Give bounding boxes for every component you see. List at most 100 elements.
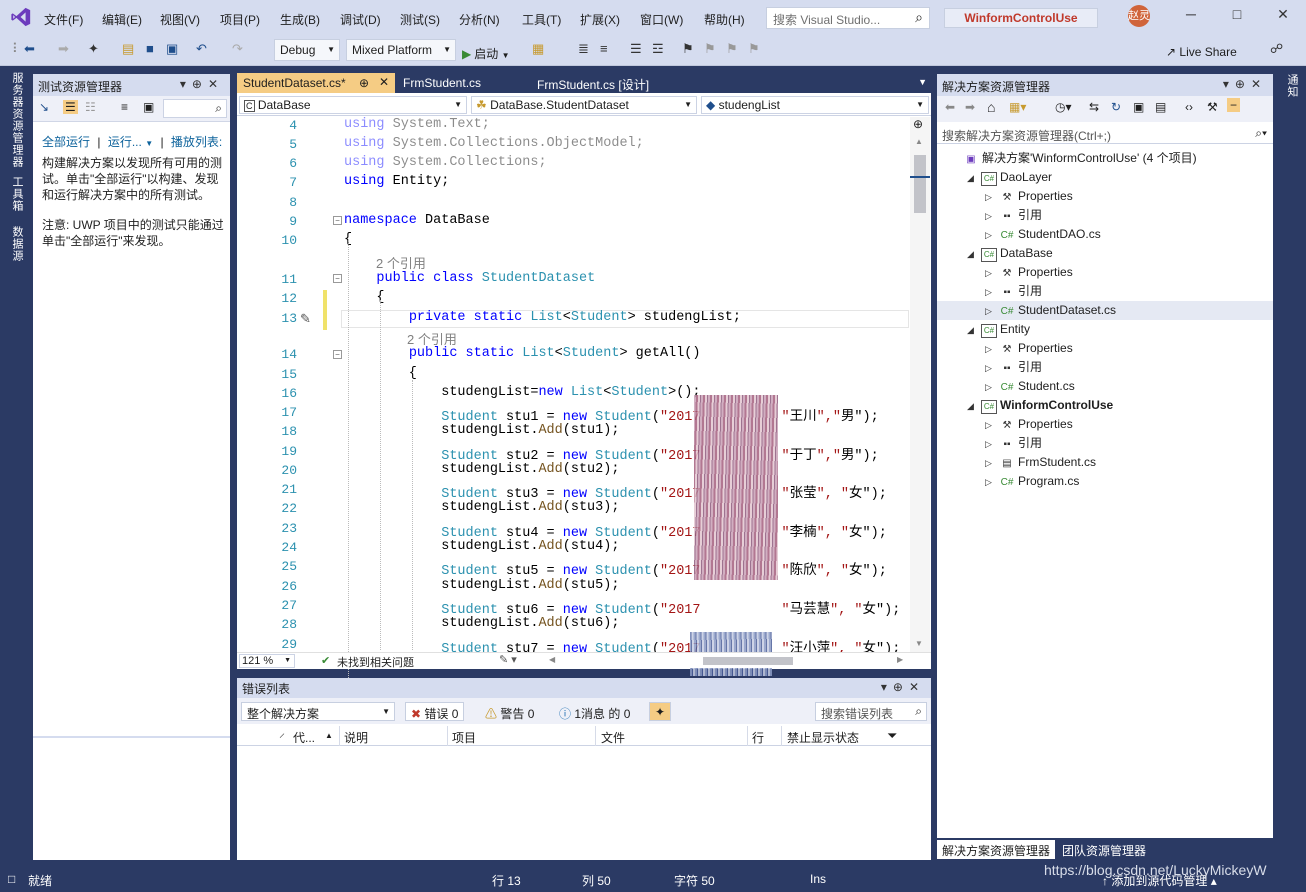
minimize-icon[interactable]: ─ <box>1176 6 1206 22</box>
panel-splitter[interactable] <box>33 736 230 738</box>
browse-icon[interactable]: ▦ <box>532 41 544 57</box>
tab-solution-explorer[interactable]: 解决方案资源管理器 <box>937 840 1055 859</box>
open-file-icon[interactable]: ▤ <box>122 41 134 57</box>
fold-toggle-icon[interactable]: − <box>333 216 342 225</box>
pin-icon[interactable]: ⊕ <box>359 76 369 90</box>
expanded-arrow-icon[interactable]: ◢ <box>967 169 981 188</box>
toolbox-tab[interactable]: 工具箱 <box>9 176 25 212</box>
forward-icon[interactable]: ➡︎ <box>965 100 975 114</box>
bookmark-next-icon[interactable]: ⚑ <box>726 41 738 57</box>
settings-icon[interactable]: ▣ <box>143 100 154 114</box>
collapsed-arrow-icon[interactable]: ▷ <box>985 359 999 378</box>
error-search-input[interactable]: 搜索错误列表 ⌕ <box>815 702 927 721</box>
tree-node[interactable]: ▷ ⚒ Properties <box>937 263 1273 282</box>
menu-window[interactable]: 窗口(W) <box>640 11 683 28</box>
uncomment-icon[interactable]: ☲ <box>652 41 664 57</box>
menu-view[interactable]: 视图(V) <box>160 11 200 28</box>
tree-node[interactable]: ▷ ⚒ Properties <box>937 187 1273 206</box>
collapsed-arrow-icon[interactable]: ▷ <box>985 188 999 207</box>
zoom-select[interactable]: 121 % ▼ <box>239 654 295 668</box>
expanded-arrow-icon[interactable]: ◢ <box>967 245 981 264</box>
column-description[interactable]: 说明 <box>344 729 368 746</box>
menu-file[interactable]: 文件(F) <box>44 11 83 28</box>
type-dropdown[interactable]: ☘ DataBase.StudentDataset ▼ <box>471 96 697 114</box>
menu-extensions[interactable]: 扩展(X) <box>580 11 620 28</box>
tree-node[interactable]: ▷ ▤ FrmStudent.cs <box>937 453 1273 472</box>
collapsed-arrow-icon[interactable]: ▷ <box>985 207 999 226</box>
notifications-tab[interactable]: 通知 <box>1284 74 1300 98</box>
menu-test[interactable]: 测试(S) <box>400 11 440 28</box>
menu-edit[interactable]: 编辑(E) <box>102 11 142 28</box>
split-icon[interactable]: ⊕ <box>913 117 923 131</box>
project-dropdown[interactable]: C DataBase ▼ <box>239 96 467 114</box>
tree-node[interactable]: ▷ C# Program.cs <box>937 472 1273 491</box>
panel-controls[interactable]: ▾⊕✕ <box>881 680 925 694</box>
panel-controls[interactable]: ▾⊕✕ <box>1223 77 1267 91</box>
group-icon[interactable]: ☰ <box>63 100 78 114</box>
horizontal-scroll-thumb[interactable] <box>703 657 793 665</box>
start-debug-button[interactable]: ▶ 启动 ▼ <box>462 45 510 62</box>
close-icon[interactable]: ✕ <box>379 75 389 89</box>
scrollbar-thumb[interactable] <box>914 155 926 213</box>
collapsed-arrow-icon[interactable]: ▷ <box>985 226 999 245</box>
run-icon[interactable]: ↘ <box>39 100 49 114</box>
code-lens-references[interactable]: 2 个引用 <box>376 253 426 272</box>
column-line[interactable]: 行 <box>752 729 764 746</box>
tab-frmstudent-design[interactable]: FrmStudent.cs [设计] <box>531 73 689 93</box>
show-all-files-icon[interactable]: ▤ <box>1155 100 1166 114</box>
save-all-icon[interactable]: ▣ <box>166 41 178 57</box>
collapsed-arrow-icon[interactable]: ▷ <box>985 454 999 473</box>
run-link[interactable]: 运行... <box>108 135 142 149</box>
menu-help[interactable]: 帮助(H) <box>704 11 745 28</box>
scope-select[interactable]: 整个解决方案 ▼ <box>241 702 395 721</box>
view-code-icon[interactable]: ‹› <box>1185 100 1193 114</box>
panel-controls[interactable]: ▾⊕✕ <box>180 77 224 91</box>
menu-tools[interactable]: 工具(T) <box>522 11 561 28</box>
collapsed-arrow-icon[interactable]: ▷ <box>985 302 999 321</box>
data-sources-tab[interactable]: 数据源 <box>9 226 25 262</box>
bookmark-icon[interactable]: ⚑ <box>682 41 694 57</box>
collapsed-arrow-icon[interactable]: ▷ <box>985 283 999 302</box>
menu-project[interactable]: 项目(P) <box>220 11 260 28</box>
collapsed-arrow-icon[interactable]: ▷ <box>985 340 999 359</box>
tree-node[interactable]: ◢ C# DaoLayer <box>937 168 1273 187</box>
column-code[interactable]: 代... <box>293 729 315 746</box>
back-icon[interactable]: ⬅︎ <box>945 100 955 114</box>
tab-team-explorer[interactable]: 团队资源管理器 <box>1057 840 1157 859</box>
refresh-icon[interactable]: ↻ <box>1111 100 1121 114</box>
expand-icon[interactable]: ≡ <box>121 100 128 114</box>
fold-toggle-icon[interactable]: − <box>333 350 342 359</box>
playlist-link[interactable]: 播放列表: <box>171 135 222 149</box>
columns-icon[interactable]: ☷ <box>85 100 96 114</box>
collapsed-arrow-icon[interactable]: ▷ <box>985 264 999 283</box>
step-icon[interactable]: ≣ <box>578 41 589 57</box>
expanded-arrow-icon[interactable]: ◢ <box>967 321 981 340</box>
live-share-button[interactable]: ↗ Live Share <box>1166 45 1237 59</box>
brush-icon[interactable]: ✎ ▾ <box>499 653 517 666</box>
warnings-filter-button[interactable]: ⚠ 警告 0 <box>479 702 540 721</box>
tree-node[interactable]: ▷ ▪▪ 引用 <box>937 206 1273 225</box>
member-dropdown[interactable]: ◆ studengList ▼ <box>701 96 929 114</box>
errors-filter-button[interactable]: ✖ 错误 0 <box>405 702 465 721</box>
undo-icon[interactable]: ↶ <box>196 41 207 57</box>
new-project-icon[interactable]: ✦ <box>88 41 99 57</box>
scroll-left-icon[interactable]: ◀ <box>549 655 555 664</box>
menu-analyze[interactable]: 分析(N) <box>459 11 500 28</box>
redo-icon[interactable]: ↷ <box>232 41 243 57</box>
feedback-icon[interactable]: ☍ <box>1270 41 1283 57</box>
collapsed-arrow-icon[interactable]: ▷ <box>985 435 999 454</box>
run-all-link[interactable]: 全部运行 <box>42 135 90 149</box>
tree-node[interactable]: ▷ ⚒ Properties <box>937 339 1273 358</box>
preview-icon[interactable]: − <box>1227 98 1241 112</box>
close-window-icon[interactable]: ✕ <box>1268 6 1298 23</box>
home-icon[interactable]: ⌂ <box>987 99 995 115</box>
avatar[interactable]: 赵灵 <box>1128 5 1150 27</box>
pending-changes-icon[interactable]: ◷▾ <box>1055 100 1072 114</box>
solution-search-input[interactable]: 搜索解决方案资源管理器(Ctrl+;) ⌕▾ <box>937 124 1273 144</box>
tab-studentdataset[interactable]: StudentDataset.cs* ⊕ ✕ <box>237 73 395 93</box>
platform-select[interactable]: Mixed Platform ▼ <box>346 39 456 61</box>
switch-views-icon[interactable]: ▦▾ <box>1009 100 1026 114</box>
column-project[interactable]: 项目 <box>452 729 476 746</box>
maximize-icon[interactable]: □ <box>1222 6 1252 22</box>
tree-node[interactable]: ◢ C# WinformControlUse <box>937 396 1273 415</box>
